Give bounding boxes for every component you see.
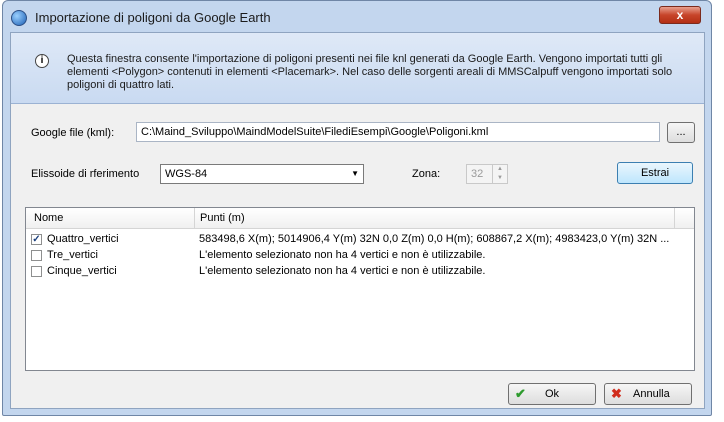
info-icon: i	[35, 54, 49, 68]
cancel-label: Annulla	[633, 388, 670, 400]
column-header-name[interactable]: Nome	[34, 212, 63, 224]
spinner-arrows-icon: ▲ ▼	[492, 165, 507, 183]
checkmark-icon: ✔	[515, 386, 526, 401]
row-points: L'elemento selezionato non ha 4 vertici …	[199, 249, 486, 261]
row-checkbox[interactable]	[31, 250, 42, 261]
cancel-button[interactable]: ✖ Annulla	[604, 383, 692, 405]
column-header-points[interactable]: Punti (m)	[200, 212, 245, 224]
app-globe-icon	[11, 10, 27, 26]
chevron-down-icon: ▼	[351, 169, 359, 178]
ok-label: Ok	[545, 388, 560, 400]
google-file-label: Google file (kml):	[31, 127, 115, 139]
zone-value: 32	[471, 168, 484, 180]
ellipsoid-value: WGS-84	[165, 168, 208, 180]
dialog-window: Importazione di poligoni da Google Earth…	[2, 0, 712, 416]
list-header: Nome Punti (m)	[26, 208, 694, 229]
info-banner: i Questa finestra consente l'importazion…	[11, 33, 704, 104]
zone-label: Zona:	[412, 168, 441, 180]
banner-text: Questa finestra consente l'importazione …	[67, 53, 673, 91]
close-button[interactable]: x	[659, 6, 701, 24]
row-name: Tre_vertici	[47, 249, 98, 261]
window-title: Importazione di poligoni da Google Earth	[35, 10, 271, 25]
list-item[interactable]: Cinque_vertici L'elemento selezionato no…	[26, 264, 694, 280]
row-points: 583498,6 X(m); 5014906,4 Y(m) 32N 0,0 Z(…	[199, 233, 670, 245]
row-checkbox[interactable]	[31, 266, 42, 277]
browse-button[interactable]: ...	[667, 122, 695, 143]
polygon-list[interactable]: Nome Punti (m) ✓ Quattro_vertici 583498,…	[25, 207, 695, 371]
ok-button[interactable]: ✔ Ok	[508, 383, 596, 405]
extract-button[interactable]: Estrai	[617, 162, 693, 184]
row-points: L'elemento selezionato non ha 4 vertici …	[199, 265, 486, 277]
dialog-body: i Questa finestra consente l'importazion…	[10, 32, 705, 409]
zone-spinner: 32 ▲ ▼	[466, 164, 508, 184]
close-icon: x	[676, 8, 684, 22]
row-name: Cinque_vertici	[47, 265, 117, 277]
list-item[interactable]: Tre_vertici L'elemento selezionato non h…	[26, 248, 694, 264]
cross-icon: ✖	[611, 386, 622, 401]
ellipsoid-label: Elissoide di rferimento	[31, 168, 140, 180]
google-file-input[interactable]: C:\Maind_Sviluppo\MaindModelSuite\Filedi…	[136, 122, 660, 142]
title-bar[interactable]: Importazione di poligoni da Google Earth…	[3, 1, 711, 33]
row-name: Quattro_vertici	[47, 233, 119, 245]
ellipsoid-select[interactable]: WGS-84 ▼	[160, 164, 364, 184]
list-item[interactable]: ✓ Quattro_vertici 583498,6 X(m); 5014906…	[26, 232, 694, 248]
row-checkbox[interactable]: ✓	[31, 234, 42, 245]
